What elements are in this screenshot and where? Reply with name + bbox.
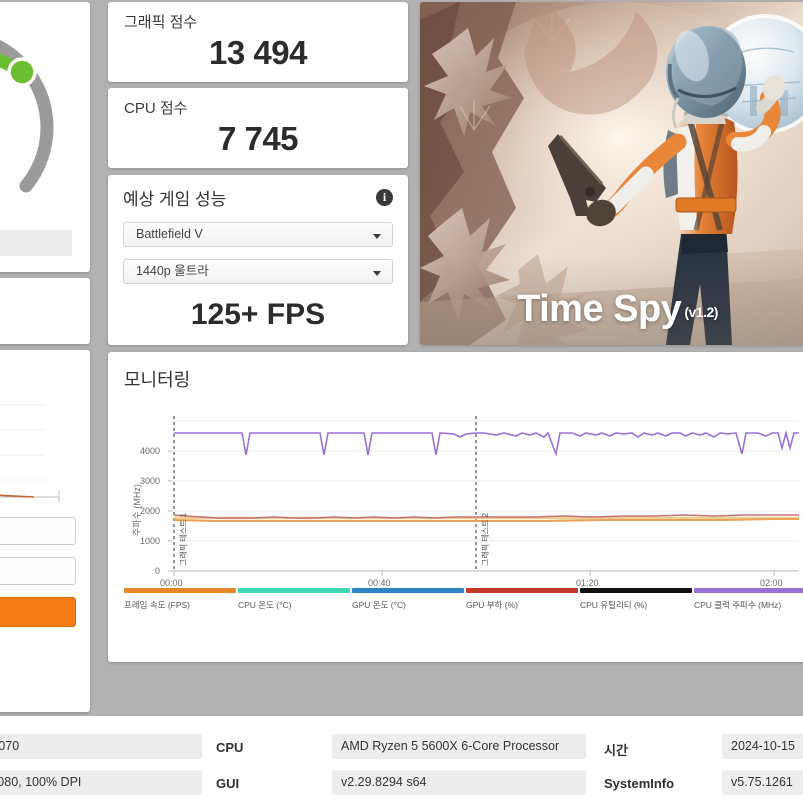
time-value: 2024-10-15 xyxy=(722,734,803,759)
graphics-score-value: 13 494 xyxy=(209,34,307,71)
sysinfo-label: SystemInfo xyxy=(604,776,675,791)
total-score-value: 2 xyxy=(0,98,38,172)
hero-version: (v1.2) xyxy=(684,304,718,320)
test-marker-label: 그래픽 테스트 2 xyxy=(481,512,490,566)
monitoring-card: 모니터링 주파수 (MHz) 4000 3000 2000 1000 0 00:… xyxy=(108,352,803,662)
legend-label: CPU 온도 (°C) xyxy=(238,600,292,610)
legend-swatch xyxy=(124,588,236,593)
system-info-bar: GeForce RTX 3070 LAY1 (1920 × 1080, 100%… xyxy=(0,716,803,803)
cpu-score-value: 7 745 xyxy=(217,120,299,157)
benchmark-hero-image[interactable]: Time Spy (v1.2) xyxy=(420,2,803,345)
x-tick: 01:20 xyxy=(576,578,599,588)
chevron-down-icon xyxy=(373,234,381,239)
test-marker-label: 그래픽 테스트 1 xyxy=(179,512,188,566)
cpu-score-label: CPU 점수 xyxy=(124,100,188,117)
legend-item[interactable]: CPU 온도 (°C) xyxy=(238,588,350,629)
primary-action-button[interactable] xyxy=(0,597,76,627)
x-tick: 00:00 xyxy=(160,578,183,588)
distribution-header: 표시 xyxy=(0,360,76,379)
gui-label: GUI xyxy=(216,776,240,791)
legend-item[interactable]: 프레임 속도 (FPS) xyxy=(124,588,236,629)
score-subbar xyxy=(0,230,72,256)
x-tick: 02:00 xyxy=(760,578,783,588)
monitoring-chart: 주파수 (MHz) 4000 3000 2000 1000 0 00:00 00… xyxy=(124,406,799,601)
monitoring-legend: 프레임 속도 (FPS) CPU 온도 (°C) GPU 온도 (°C) GPU… xyxy=(124,588,803,629)
y-tick: 0 xyxy=(154,566,160,576)
legend-swatch xyxy=(238,588,350,593)
game-performance-title: 예상 게임 성능 xyxy=(123,190,227,209)
hero-title: Time Spy (v1.2) xyxy=(420,288,803,331)
info-icon[interactable]: i xyxy=(376,189,393,206)
best-score-card: 최고i 14 413 xyxy=(0,278,90,344)
chevron-down-icon xyxy=(373,271,381,276)
graphics-score-card: 그래픽 점수 13 494 xyxy=(108,2,408,82)
monitoring-title: 모니터링 xyxy=(124,370,191,390)
estimated-fps-value: 125+ FPS xyxy=(190,298,326,331)
secondary-button[interactable]: 고 xyxy=(0,557,76,585)
x-tick: 00:40 xyxy=(368,578,391,588)
preset-select[interactable]: 1440p 울트라 xyxy=(123,259,393,284)
y-tick: 2000 xyxy=(139,506,160,516)
game-performance-header: 예상 게임 성능 i xyxy=(123,185,393,210)
game-select-value: Battlefield V xyxy=(136,227,203,241)
legend-swatch xyxy=(352,588,464,593)
legend-item[interactable]: GPU 온도 (°C) xyxy=(352,588,464,629)
legend-swatch xyxy=(694,588,803,593)
distribution-axis: 0 12500 xyxy=(0,505,76,519)
legend-label: GPU 온도 (°C) xyxy=(352,600,406,610)
gui-value: v2.29.8294 s64 xyxy=(332,770,586,795)
legend-item[interactable]: CPU 클럭 주파수 (MHz) xyxy=(694,588,803,629)
cpu-label: CPU xyxy=(216,740,244,755)
cpu-value: AMD Ryzen 5 5600X 6-Core Processor xyxy=(332,734,586,759)
legend-item[interactable]: CPU 유틸리티 (%) xyxy=(580,588,692,629)
game-performance-card: 예상 게임 성능 i Battlefield V 1440p 울트라 125+ … xyxy=(108,175,408,345)
app-root: 2 최고i 14 413 표시 xyxy=(0,0,803,803)
legend-label: CPU 클럭 주파수 (MHz) xyxy=(694,600,782,610)
legend-label: 프레임 속도 (FPS) xyxy=(124,600,191,610)
y-tick: 1000 xyxy=(139,536,160,546)
graphics-score-label: 그래픽 점수 xyxy=(124,14,198,31)
hero-title-text: Time Spy xyxy=(517,288,682,330)
preset-select-value: 1440p 울트라 xyxy=(136,264,209,278)
legend-label: GPU 부하 (%) xyxy=(466,600,519,610)
legend-swatch xyxy=(466,588,578,593)
y-tick: 3000 xyxy=(139,476,160,486)
sysinfo-value: v5.75.1261 xyxy=(722,770,803,795)
total-score-card: 2 xyxy=(0,2,90,272)
legend-swatch xyxy=(580,588,692,593)
game-select[interactable]: Battlefield V xyxy=(123,222,393,247)
distribution-plot: 0 12500 xyxy=(0,385,76,505)
best-score-label: 최고i xyxy=(0,287,90,307)
save-button[interactable]: 저장 xyxy=(0,517,76,545)
best-score-value: 14 413 xyxy=(0,314,90,330)
distribution-card: 표시 0 12500 xyxy=(0,350,90,712)
time-label: 시간 xyxy=(604,743,628,758)
display-value: LAY1 (1920 × 1080, 100% DPI xyxy=(0,770,202,795)
legend-label: CPU 유틸리티 (%) xyxy=(580,600,648,610)
gpu-value: GeForce RTX 3070 xyxy=(0,734,202,759)
y-tick: 4000 xyxy=(139,446,160,456)
cpu-score-card: CPU 점수 7 745 xyxy=(108,88,408,168)
legend-item[interactable]: GPU 부하 (%) xyxy=(466,588,578,629)
left-column: 2 최고i 14 413 표시 xyxy=(0,0,96,712)
